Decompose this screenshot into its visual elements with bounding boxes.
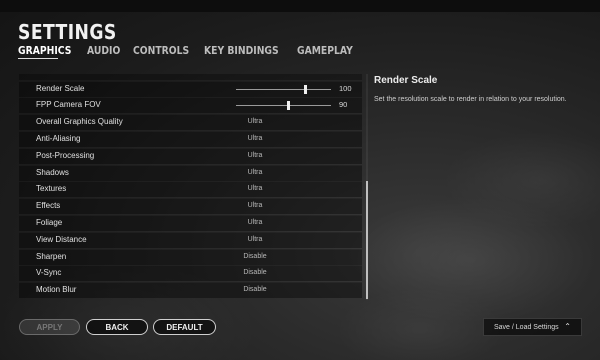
tab-key-bindings[interactable]: KEY BINDINGS <box>204 45 279 57</box>
setting-label: Sharpen <box>36 252 67 261</box>
setting-row-sharpen[interactable]: Sharpen Disable <box>19 249 362 265</box>
page-title: SETTINGS <box>18 20 117 44</box>
setting-row-render-scale[interactable]: Render Scale 100 <box>19 81 362 97</box>
tab-controls[interactable]: CONTROLS <box>133 45 189 57</box>
setting-row-effects[interactable]: Effects Ultra <box>19 198 362 214</box>
save-load-settings-button[interactable]: Save / Load Settings ⌃ <box>483 318 582 336</box>
clipped-row <box>19 74 362 80</box>
fov-slider-track[interactable] <box>236 105 331 106</box>
setting-label: View Distance <box>36 235 87 244</box>
setting-row-post-processing[interactable]: Post-Processing Ultra <box>19 148 362 164</box>
setting-row-v-sync[interactable]: V-Sync Disable <box>19 265 362 281</box>
setting-option-value[interactable]: Ultra <box>225 135 285 142</box>
save-load-label: Save / Load Settings <box>494 323 559 331</box>
setting-label: Textures <box>36 184 67 193</box>
setting-option-value[interactable]: Ultra <box>225 185 285 192</box>
top-bar <box>0 0 600 12</box>
setting-row-view-distance[interactable]: View Distance Ultra <box>19 232 362 248</box>
setting-option-value[interactable]: Disable <box>225 269 285 276</box>
setting-value: 100 <box>339 84 352 93</box>
setting-row-foliage[interactable]: Foliage Ultra <box>19 215 362 231</box>
setting-option-value[interactable]: Ultra <box>225 118 285 125</box>
setting-label: V-Sync <box>36 268 62 277</box>
setting-row-anti-aliasing[interactable]: Anti-Aliasing Ultra <box>19 131 362 147</box>
setting-option-value[interactable]: Ultra <box>225 169 285 176</box>
setting-label: Foliage <box>36 218 63 227</box>
setting-row-textures[interactable]: Textures Ultra <box>19 181 362 197</box>
setting-label: Post-Processing <box>36 151 95 160</box>
setting-label: FPP Camera FOV <box>36 100 101 109</box>
render-scale-slider-track[interactable] <box>236 89 331 90</box>
setting-label: Anti-Aliasing <box>36 134 81 143</box>
tab-bar: GRAPHICS AUDIO CONTROLS KEY BINDINGS GAM… <box>18 45 361 57</box>
setting-row-motion-blur[interactable]: Motion Blur Disable <box>19 282 362 298</box>
setting-label: Overall Graphics Quality <box>36 117 123 126</box>
setting-row-shadows[interactable]: Shadows Ultra <box>19 165 362 181</box>
setting-value: 90 <box>339 100 348 109</box>
setting-row-overall-graphics-quality[interactable]: Overall Graphics Quality Ultra <box>19 114 362 130</box>
default-button[interactable]: DEFAULT <box>153 319 216 335</box>
chevron-up-icon: ⌃ <box>564 322 571 331</box>
settings-list[interactable]: Render Scale 100 FPP Camera FOV 90 Overa… <box>19 74 362 300</box>
tab-audio[interactable]: AUDIO <box>87 45 120 57</box>
setting-option-value[interactable]: Ultra <box>225 219 285 226</box>
tab-gameplay[interactable]: GAMEPLAY <box>297 45 353 57</box>
setting-option-value[interactable]: Ultra <box>225 236 285 243</box>
setting-label: Motion Blur <box>36 285 77 294</box>
apply-button[interactable]: APPLY <box>19 319 80 335</box>
setting-label: Shadows <box>36 168 69 177</box>
fov-slider-handle[interactable] <box>286 101 290 110</box>
setting-option-value[interactable]: Ultra <box>225 202 285 209</box>
setting-option-value[interactable]: Ultra <box>225 152 285 159</box>
setting-description-text: Set the resolution scale to render in re… <box>374 96 567 103</box>
setting-label: Render Scale <box>36 84 85 93</box>
setting-description-title: Render Scale <box>374 75 438 86</box>
setting-row-fpp-camera-fov[interactable]: FPP Camera FOV 90 <box>19 97 362 113</box>
setting-option-value[interactable]: Disable <box>225 286 285 293</box>
back-button[interactable]: BACK <box>86 319 148 335</box>
setting-label: Effects <box>36 201 61 210</box>
render-scale-slider-handle[interactable] <box>303 85 307 94</box>
tab-graphics[interactable]: GRAPHICS <box>18 45 71 57</box>
scrollbar-thumb[interactable] <box>366 181 368 299</box>
setting-option-value[interactable]: Disable <box>225 253 285 260</box>
active-tab-underline <box>18 58 58 59</box>
